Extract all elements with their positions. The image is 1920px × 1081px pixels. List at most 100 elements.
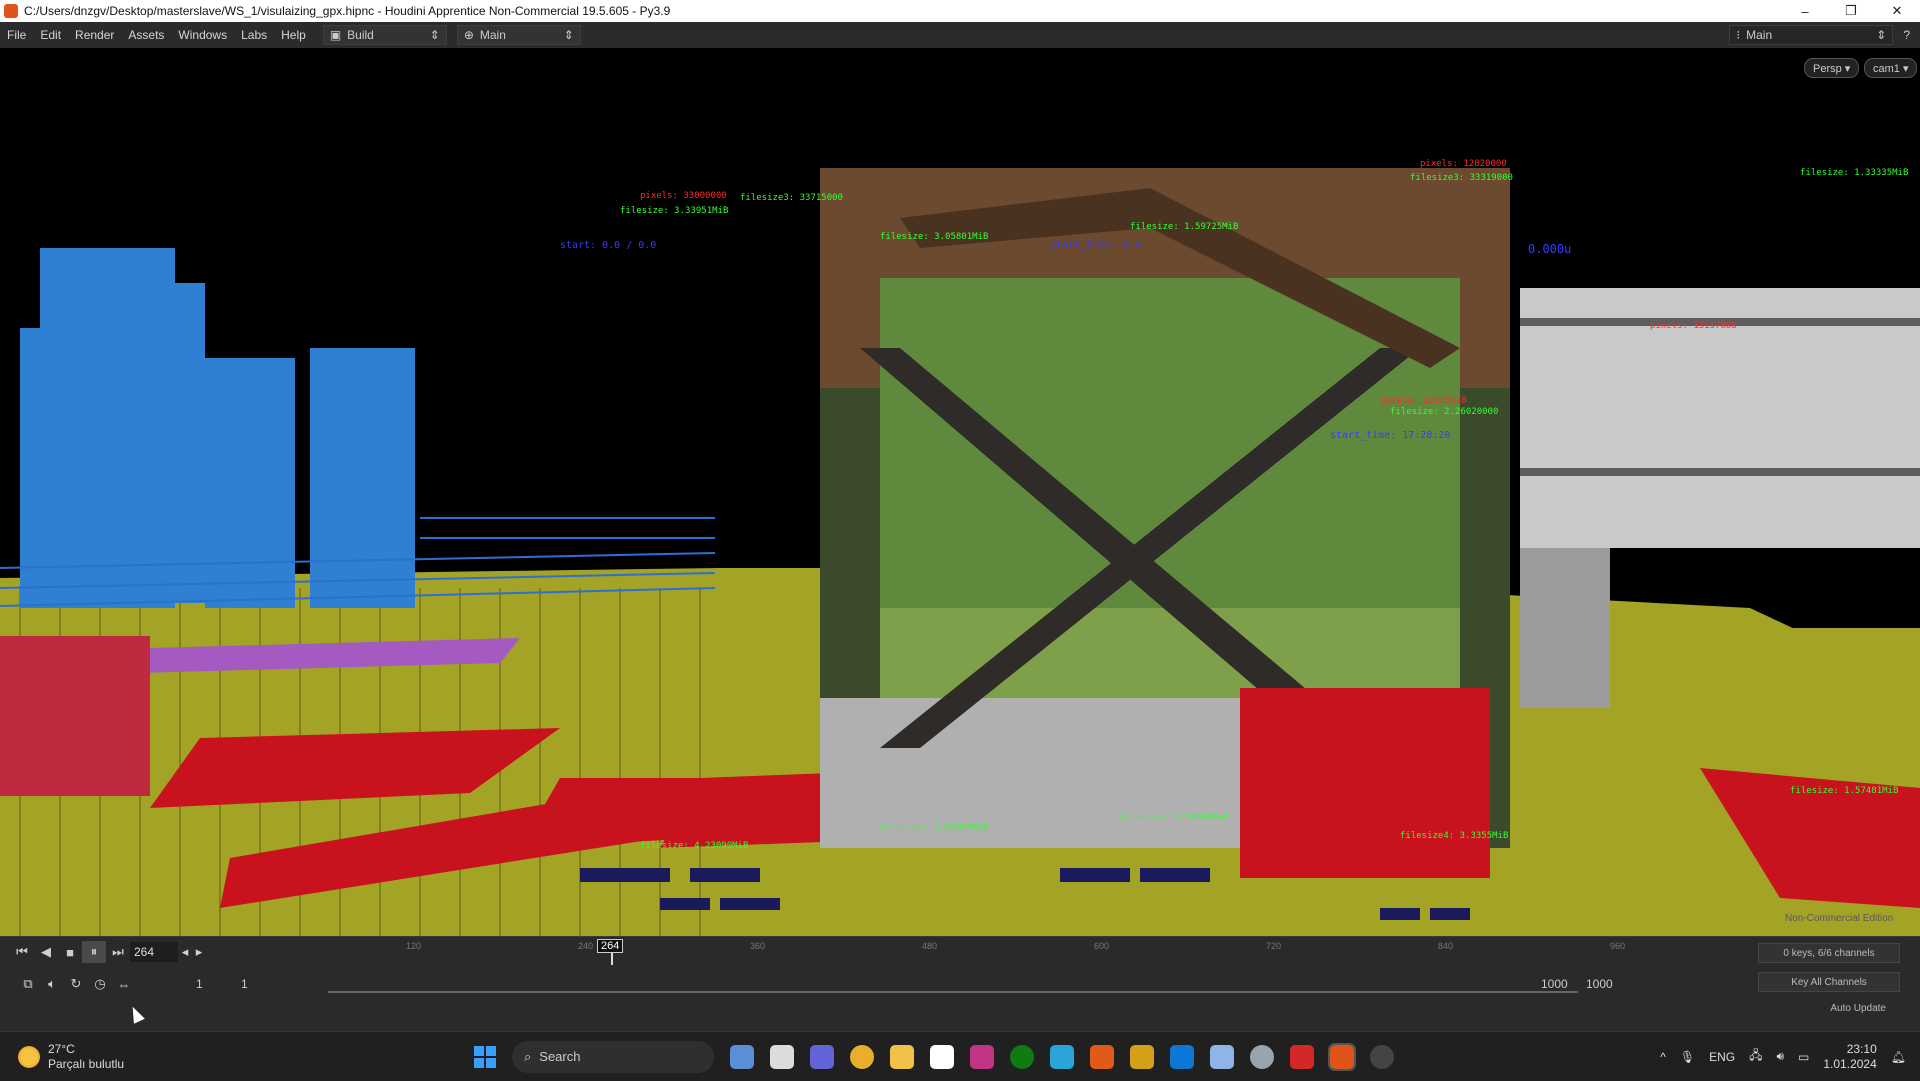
ruler-label: 480 — [922, 941, 938, 951]
window-title: C:/Users/dnzgv/Desktop/masterslave/WS_1/… — [24, 4, 671, 18]
minimize-button[interactable]: – — [1782, 0, 1828, 22]
houdini-launcher-icon[interactable] — [1090, 1044, 1114, 1069]
clock-icon[interactable]: ◷ — [88, 973, 112, 995]
start-icon[interactable] — [474, 1045, 496, 1068]
photos-icon[interactable] — [1210, 1044, 1234, 1069]
settings-icon[interactable] — [1250, 1044, 1274, 1069]
right-desktop-label: Main — [1746, 28, 1773, 42]
updown-icon: ⇕ — [563, 28, 574, 42]
help-icon[interactable]: ? — [1903, 28, 1910, 42]
keys-channels-indicator[interactable]: 0 keys, 6/6 channels — [1758, 943, 1900, 963]
svg-text:filesize: 3.33951MiB: filesize: 3.33951MiB — [620, 206, 728, 216]
cam-menu-label: cam1 ▾ — [1873, 62, 1909, 75]
search-label: Search — [539, 1049, 581, 1064]
maximize-button[interactable]: ❐ — [1828, 0, 1874, 22]
scene-render: filesize: 3.33951MiB filesize3: 33715000… — [0, 159, 1920, 936]
menu-file[interactable]: File — [0, 28, 33, 42]
cinema-app-icon[interactable] — [1370, 1044, 1394, 1069]
vscode-icon[interactable] — [1170, 1044, 1194, 1069]
menu-bar: File Edit Render Assets Windows Labs Hel… — [0, 22, 1920, 48]
scene-viewport[interactable]: filesize: 3.33951MiB filesize3: 33715000… — [0, 48, 1920, 936]
ruler-label: 960 — [1610, 941, 1626, 951]
svg-text:filesize3: 33319000: filesize3: 33319000 — [1410, 173, 1513, 183]
menu-windows[interactable]: Windows — [171, 28, 234, 42]
end-frame-field-2[interactable]: 1000 — [1586, 977, 1631, 991]
windows-taskbar: 27°C Parçalı bulutlu ⌕ Search ^ 🎙︎ ENG 🖧… — [0, 1031, 1920, 1081]
context-selector[interactable]: ⊕ Main ⇕ — [456, 25, 581, 45]
desktop-selector[interactable]: ▣ Build ⇕ — [322, 25, 447, 45]
right-desktop-selector[interactable]: ⁝ Main ⇕ — [1729, 25, 1894, 45]
realtime-toggle-icon[interactable]: ⧉ — [16, 973, 40, 995]
current-frame-field[interactable]: 264 — [130, 942, 178, 962]
chevron-up-icon[interactable]: ^ — [1660, 1050, 1666, 1064]
ruler-label: 600 — [1094, 941, 1110, 951]
network-icon[interactable]: 🖧︎ — [1749, 1046, 1762, 1067]
frame-range-slider[interactable] — [328, 991, 1578, 993]
play-backward-button[interactable]: ◀ — [34, 941, 58, 963]
menu-render[interactable]: Render — [68, 28, 121, 42]
non-commercial-watermark: Non-Commercial Edition — [1785, 913, 1893, 924]
desktop-icon: ▣ — [329, 28, 342, 42]
pause-button[interactable]: ⏸ — [82, 941, 106, 963]
file-explorer-icon[interactable] — [890, 1044, 914, 1069]
key-all-channels-button[interactable]: Key All Channels — [1758, 972, 1900, 992]
desktop-label: Build — [347, 28, 374, 42]
step-back-button[interactable]: ◂ — [178, 941, 192, 963]
playhead-frame-label: 264 — [597, 939, 624, 953]
end-frame-field[interactable]: 1000 — [1541, 977, 1586, 991]
playbar: ⏮ ◀ ■ ⏸ ⏭ 264 ◂ ▸ 120 240 360 480 600 72… — [0, 936, 1920, 1032]
camera-menu-button[interactable]: Persp ▾ — [1804, 58, 1860, 78]
clock[interactable]: 23:10 1.01.2024 — [1823, 1042, 1876, 1072]
teams-icon[interactable] — [810, 1044, 834, 1069]
weather-widget[interactable]: 27°C Parçalı bulutlu — [0, 1042, 438, 1072]
task-view-icon[interactable] — [770, 1044, 794, 1069]
battery-icon[interactable]: ▭ — [1798, 1050, 1809, 1064]
svg-text:filesize: 1.57481MiB: filesize: 1.57481MiB — [1790, 786, 1898, 796]
microphone-icon[interactable]: 🎙︎ — [1680, 1050, 1695, 1064]
taskbar-apps: ⌕ Search — [474, 1040, 1394, 1073]
start-frame-field[interactable]: 1 — [196, 977, 241, 991]
ruler-label: 360 — [750, 941, 766, 951]
svg-text:filesize4: 3.3355MiB: filesize4: 3.3355MiB — [1400, 831, 1508, 841]
range-controls-row: ⧉ 🔈︎ ↻ ◷ ⇔ 1 1 1000 1000 — [0, 969, 1920, 999]
instagram-icon[interactable] — [970, 1044, 994, 1069]
menu-edit[interactable]: Edit — [33, 28, 68, 42]
language-indicator[interactable]: ENG — [1709, 1050, 1735, 1064]
start-frame-field-2[interactable]: 1 — [241, 977, 281, 991]
notepad-icon[interactable] — [1050, 1044, 1074, 1069]
houdini-icon[interactable] — [1328, 1042, 1356, 1071]
menu-assets[interactable]: Assets — [121, 28, 171, 42]
svg-text:start_time: 17:28:20: start_time: 17:28:20 — [1330, 430, 1450, 441]
frame-ruler[interactable]: 120 240 360 480 600 720 840 960 264 — [236, 939, 1666, 965]
pdf-reader-icon[interactable] — [1290, 1044, 1314, 1069]
menu-labs[interactable]: Labs — [234, 28, 274, 42]
app-diamond-icon[interactable] — [1130, 1044, 1154, 1069]
weather-condition: Parçalı bulutlu — [48, 1056, 125, 1071]
chrome-icon[interactable] — [850, 1044, 874, 1069]
epic-games-icon[interactable] — [930, 1044, 954, 1069]
svg-text:filesize: 3.05801MiB: filesize: 3.05801MiB — [880, 232, 988, 242]
svg-text:filesize: 3.39588MiB: filesize: 3.39588MiB — [1120, 813, 1228, 823]
xbox-icon[interactable] — [1010, 1044, 1034, 1069]
stop-button[interactable]: ■ — [58, 941, 82, 963]
updown-icon: ⇕ — [429, 28, 440, 42]
range-icon[interactable]: ⇔ — [112, 973, 136, 995]
audio-icon[interactable]: 🔈︎ — [40, 973, 64, 995]
svg-text:pixels: 13157888: pixels: 13157888 — [1650, 321, 1737, 331]
loop-icon[interactable]: ↻ — [64, 973, 88, 995]
taskbar-search[interactable]: ⌕ Search — [512, 1040, 714, 1073]
svg-text:start: 0.0 / 0.0: start: 0.0 / 0.0 — [560, 240, 656, 251]
step-forward-button[interactable]: ▸ — [192, 941, 206, 963]
jump-to-start-button[interactable]: ⏮ — [10, 941, 34, 963]
jump-to-end-button[interactable]: ⏭ — [106, 941, 130, 963]
notification-icon[interactable]: 🔔︎ — [1891, 1050, 1906, 1064]
menu-help[interactable]: Help — [274, 28, 313, 42]
cam-menu-button[interactable]: cam1 ▾ — [1864, 58, 1918, 78]
auto-update-menu[interactable]: Auto Update — [1746, 999, 1900, 1017]
volume-icon[interactable]: 🔊︎ — [1776, 1049, 1784, 1064]
svg-text:filesize3: 33715000: filesize3: 33715000 — [740, 193, 843, 203]
widgets-icon[interactable] — [730, 1044, 754, 1069]
context-label: Main — [479, 28, 506, 42]
close-button[interactable]: ✕ — [1874, 0, 1920, 22]
hud-readout: 0.000u — [1528, 242, 1571, 256]
